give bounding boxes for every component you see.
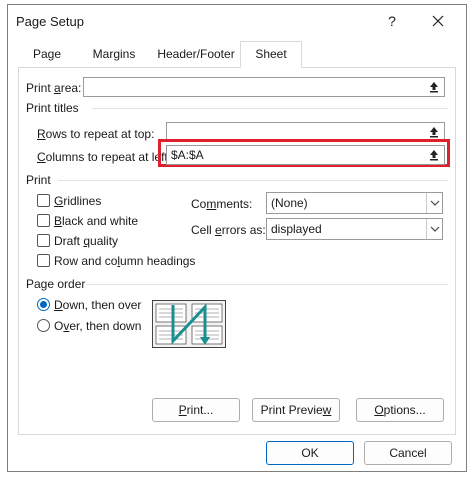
- tab-page[interactable]: Page: [18, 41, 76, 67]
- print-titles-heading: Print titles: [26, 101, 79, 115]
- print-button[interactable]: Print...: [152, 398, 240, 422]
- row-column-headings-label: Row and column headings: [54, 254, 196, 268]
- close-icon: [432, 15, 444, 27]
- divider: [92, 108, 448, 109]
- cell-errors-dropdown-arrow[interactable]: [426, 219, 442, 239]
- cell-errors-select[interactable]: displayed: [266, 218, 443, 240]
- columns-to-repeat-input[interactable]: $A:$A: [166, 145, 445, 165]
- divider: [86, 284, 448, 285]
- page-order-heading: Page order: [26, 277, 86, 291]
- black-and-white-label: Black and white: [54, 214, 139, 228]
- tab-header-footer[interactable]: Header/Footer: [152, 41, 240, 67]
- ok-button[interactable]: OK: [266, 441, 354, 465]
- collapse-dialog-icon: [430, 127, 438, 138]
- print-heading: Print: [26, 173, 51, 187]
- page-setup-dialog: Page Setup ? Page Margins Header/Footer …: [7, 4, 467, 472]
- black-and-white-checkbox[interactable]: [37, 214, 50, 227]
- print-area-label: Print area:: [26, 81, 82, 95]
- draft-quality-label: Draft quality: [54, 234, 119, 248]
- cancel-button[interactable]: Cancel: [364, 441, 452, 465]
- columns-collapse-button[interactable]: [425, 147, 443, 163]
- title-bar: Page Setup ?: [8, 5, 466, 37]
- columns-to-repeat-label: Columns to repeat at left:: [37, 150, 172, 164]
- divider: [58, 180, 448, 181]
- print-area-input[interactable]: [83, 77, 445, 97]
- print-area-collapse-button[interactable]: [425, 79, 443, 95]
- help-button[interactable]: ?: [380, 9, 404, 33]
- rows-to-repeat-label: Rows to repeat at top:: [37, 127, 155, 141]
- options-button[interactable]: Options...: [356, 398, 444, 422]
- print-preview-button[interactable]: Print Preview: [252, 398, 340, 422]
- over-then-down-label: Over, then down: [54, 319, 142, 333]
- gridlines-label: Gridlines: [54, 194, 102, 208]
- close-button[interactable]: [424, 9, 452, 33]
- tab-sheet[interactable]: Sheet: [240, 41, 302, 68]
- chevron-down-icon: [430, 226, 439, 232]
- comments-label: Comments:: [191, 197, 253, 211]
- collapse-dialog-icon: [430, 150, 438, 161]
- down-then-over-label: Down, then over: [54, 298, 142, 312]
- comments-select[interactable]: (None): [266, 192, 443, 214]
- dialog-title: Page Setup: [16, 14, 84, 29]
- row-column-headings-checkbox[interactable]: [37, 254, 50, 267]
- over-then-down-radio[interactable]: [37, 319, 50, 332]
- down-then-over-radio[interactable]: [37, 298, 50, 311]
- gridlines-checkbox[interactable]: [37, 194, 50, 207]
- draft-quality-checkbox[interactable]: [37, 234, 50, 247]
- comments-dropdown-arrow[interactable]: [426, 193, 442, 213]
- rows-collapse-button[interactable]: [425, 124, 443, 140]
- chevron-down-icon: [430, 200, 439, 206]
- cell-errors-label: Cell errors as:: [191, 223, 266, 237]
- page-order-preview: [152, 300, 226, 348]
- page-order-diagram-icon: [155, 303, 223, 345]
- collapse-dialog-icon: [430, 82, 438, 93]
- tab-margins[interactable]: Margins: [78, 41, 150, 67]
